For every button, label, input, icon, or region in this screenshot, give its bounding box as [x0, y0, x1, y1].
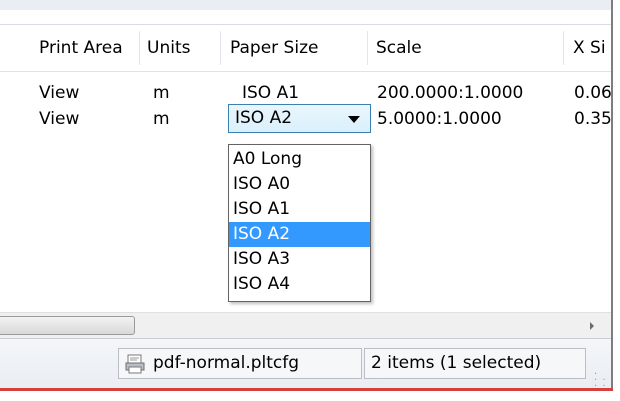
cell-units: m: [153, 109, 170, 129]
status-bar: pdf-normal.pltcfg 2 items (1 selected) .…: [0, 338, 611, 395]
selection-summary: 2 items (1 selected): [371, 353, 542, 373]
cell-scale: 200.0000:1.0000: [377, 83, 524, 103]
option-iso-a4[interactable]: ISO A4: [229, 272, 370, 297]
table-row[interactable]: View m ISO A1 200.0000:1.0000 0.06: [0, 80, 611, 106]
column-header-units[interactable]: Units: [139, 25, 220, 71]
window-bottom-edge: [0, 391, 620, 401]
cell-print-area: View: [39, 83, 80, 103]
option-a0-long[interactable]: A0 Long: [229, 147, 370, 172]
option-iso-a0[interactable]: ISO A0: [229, 172, 370, 197]
paper-size-dropdown-value: ISO A2: [235, 108, 293, 128]
chevron-down-icon[interactable]: [348, 116, 360, 123]
cell-print-area: View: [39, 109, 80, 129]
cell-x-size: 0.06: [574, 83, 611, 103]
column-header-x-size[interactable]: X Si: [563, 25, 611, 71]
column-header-row: Print Area Units Paper Size Scale X Si: [0, 24, 611, 72]
window-edge: [613, 0, 620, 401]
scrollbar-thumb[interactable]: [0, 316, 135, 335]
scroll-right-arrow-icon[interactable]: [590, 322, 594, 330]
horizontal-scrollbar[interactable]: [0, 312, 611, 339]
printer-icon: [125, 354, 145, 374]
status-panel-selection: 2 items (1 selected): [364, 348, 586, 379]
paper-size-options-list: A0 Long ISO A0 ISO A1 ISO A2 ISO A3 ISO …: [228, 144, 371, 302]
option-iso-a3[interactable]: ISO A3: [229, 247, 370, 272]
top-edge: [0, 0, 620, 10]
cell-scale: 5.0000:1.0000: [377, 109, 502, 129]
option-iso-a1[interactable]: ISO A1: [229, 197, 370, 222]
cell-units: m: [153, 83, 170, 103]
option-iso-a2[interactable]: ISO A2: [229, 222, 370, 247]
cell-x-size: 0.35: [574, 109, 611, 129]
status-panel-config: pdf-normal.pltcfg: [118, 348, 362, 379]
cell-paper-size: ISO A1: [242, 83, 300, 103]
column-header-paper-size[interactable]: Paper Size: [220, 25, 367, 71]
paper-size-dropdown[interactable]: ISO A2: [228, 104, 371, 133]
column-header-scale[interactable]: Scale: [367, 25, 563, 71]
config-file-name: pdf-normal.pltcfg: [153, 353, 300, 373]
column-header-print-area[interactable]: Print Area: [31, 25, 139, 71]
